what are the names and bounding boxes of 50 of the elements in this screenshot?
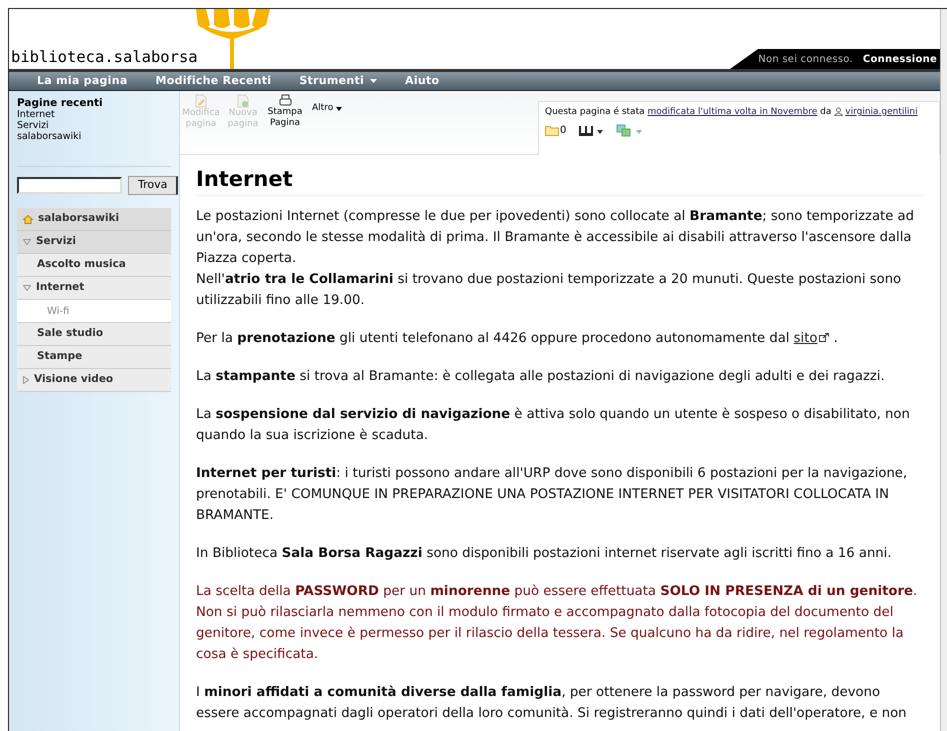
toolbar-button[interactable]: Altro bbox=[312, 103, 342, 114]
nav-link[interactable]: Aiuto bbox=[405, 72, 440, 90]
paragraph: La scelta della PASSWORD per un minorenne può essere effettuata SOLO IN PRESENZA di un genitore. Non si può rilasciarla nemmeno con il modulo firmato e accompagnato dalla fotocopia del documento del genitore, come invece è permesso per il rilascio della tessera. Se qualcuno ha da ridire, nel regolamento la cosa è specificata. bbox=[196, 583, 918, 664]
paragraph: Internet per turisti: i turisti possono andare all'URP dove sono disponibili 6 postazioni per la navigazione, prenotabili. E' COMUNQUE IN PREPARAZIONE UNA POSTAZIONE INTERNET PER VISITATORI COLLOCATA IN BRAMANTE. bbox=[196, 465, 908, 525]
page-title: Internet bbox=[196, 165, 924, 196]
paragraph: La stampante si trova al Bramante: è collegata alle postazioni di navigazione degli adulti e dei ragazzi. bbox=[196, 368, 886, 386]
page-info-text: da bbox=[819, 107, 832, 117]
toolbar-button[interactable]: Stampa Pagina bbox=[270, 94, 300, 129]
paragraph: Le postazioni Internet (compresse le due per ipovedenti) sono collocate al Bramante; sono temporizzate ad un'ora, secondo le stesse modalità di prima. Il Bramante è accessibile ai disabili attraverso l'ascensore dalla Piazza coperta. Nell'atrio tra le Collamarini si trovano due postazioni temporizzate a 20 munuti. Queste postazioni sono utilizzabili fino alle 19.00. bbox=[196, 208, 915, 310]
printer-icon bbox=[278, 94, 292, 107]
user-link[interactable]: virginia.gentilini bbox=[845, 107, 918, 117]
paragraph: Per la prenotazione gli utenti telefonano al 4426 oppure procedono autonomamente dal sito . bbox=[196, 330, 839, 348]
paragraph: I minori affidati a comunità diverse dalla famiglia, per ottenere la password per navigare, devono essere accompagnati dagli operatori della loro comunità. Si registreranno quindi i dati dell'operatore, e non bbox=[196, 684, 908, 723]
sidebar-item[interactable]: Ascolto musica bbox=[17, 254, 171, 277]
nav-link[interactable]: Strumenti bbox=[299, 72, 378, 90]
sidebar-item[interactable]: Stampe bbox=[17, 346, 171, 369]
paragraph: In Biblioteca Sala Borsa Ragazzi sono disponibili postazioni internet riservate agli iscritti fino a 16 anni. bbox=[196, 545, 893, 563]
recent-page-link[interactable]: Internet bbox=[17, 109, 171, 120]
modified-link[interactable]: modificata l'ultima volta in Novembre bbox=[647, 107, 818, 117]
paragraph: La sospensione dal servizio di navigazione è attiva solo quando un utente è sospeso o disabilitato, non quando la sua iscrizione è scaduta. bbox=[196, 406, 911, 445]
sidebar-item[interactable]: Servizi bbox=[17, 231, 171, 254]
recent-pages-title: Pagine recenti bbox=[17, 97, 104, 109]
book-dropdown-icon[interactable] bbox=[578, 124, 604, 136]
search-button[interactable]: Trova bbox=[128, 176, 178, 195]
scrollbar[interactable] bbox=[940, 9, 947, 731]
search-field[interactable] bbox=[17, 177, 122, 194]
site-link[interactable]: sito bbox=[794, 331, 818, 346]
login-link[interactable]: Connessione bbox=[862, 52, 937, 66]
external-link-icon bbox=[819, 333, 830, 342]
home-icon bbox=[23, 214, 33, 224]
site-logo-text[interactable]: biblioteca.salaborsa bbox=[11, 47, 198, 69]
folder-icon[interactable] bbox=[545, 125, 559, 136]
sidebar-item[interactable]: salaborsawiki bbox=[17, 208, 171, 231]
sidebar-item[interactable]: Visione video bbox=[17, 369, 171, 392]
caret-icon bbox=[336, 106, 342, 110]
sidebar-item[interactable]: Sale studio bbox=[17, 323, 171, 346]
user-icon bbox=[834, 107, 844, 116]
attachment-count: 0 bbox=[560, 124, 566, 138]
sidebar-item[interactable]: Internet bbox=[17, 277, 171, 300]
recent-page-link[interactable]: Servizi bbox=[17, 120, 171, 131]
recent-page-link[interactable]: salaborsawiki bbox=[17, 131, 171, 142]
sidebar-item[interactable]: Wi-fi bbox=[17, 300, 171, 323]
login-status: Non sei connesso. bbox=[758, 52, 853, 66]
nav-link[interactable]: Modifiche Recenti bbox=[156, 72, 272, 90]
page-info-text: Questa pagina é stata bbox=[545, 107, 646, 117]
translate-dropdown-icon[interactable] bbox=[616, 124, 644, 138]
nav-link[interactable]: La mia pagina bbox=[37, 72, 128, 90]
document-edit-icon bbox=[195, 94, 207, 108]
document-add-icon bbox=[237, 94, 249, 108]
caret-icon bbox=[370, 79, 378, 83]
